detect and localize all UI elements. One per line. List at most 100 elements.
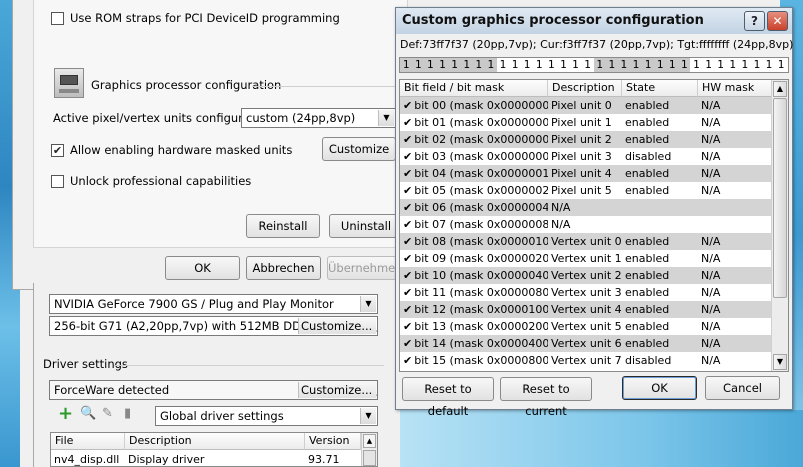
col-header-file[interactable]: File	[51, 433, 125, 450]
col-header-state[interactable]: State	[622, 80, 698, 97]
table-row[interactable]: ✔ bit 00 (mask 0x00000001) Pixel unit 0 ena…	[400, 97, 772, 114]
scroll-up-icon[interactable]: ▲	[773, 81, 787, 97]
dialog-ok-button[interactable]: OK	[622, 376, 697, 400]
table-row[interactable]: ✔ bit 13 (mask 0x00002000) Vertex unit 5 en…	[400, 318, 772, 335]
checkmark-icon[interactable]: ✔	[403, 218, 412, 231]
table-row[interactable]: ✔ bit 01 (mask 0x00000002) Pixel unit 1 ena…	[400, 114, 772, 131]
reinstall-button[interactable]: Reinstall	[246, 214, 320, 238]
bit-cell[interactable]: 1	[605, 58, 618, 72]
bit-cell[interactable]: 1	[509, 58, 521, 72]
checkmark-icon[interactable]: ✔	[403, 133, 412, 146]
bit-cell[interactable]: 1	[690, 58, 702, 72]
scroll-thumb[interactable]	[773, 98, 787, 298]
checkmark-icon[interactable]: ✔	[403, 99, 412, 112]
table-row[interactable]: nv4_disp.dll Display driver 93.71	[51, 451, 361, 466]
checkmark-icon[interactable]: ✔	[403, 184, 412, 197]
table-row[interactable]: ✔ bit 05 (mask 0x00000020) Pixel unit 5 ena…	[400, 182, 772, 199]
checkmark-icon[interactable]: ✔	[403, 303, 412, 316]
bit-cell[interactable]: 1	[436, 58, 449, 72]
chevron-down-icon[interactable]: ▼	[360, 296, 376, 312]
table-scrollbar[interactable]: ▲ ▼	[771, 80, 788, 371]
checkmark-icon[interactable]: ✔	[403, 354, 412, 367]
checkmark-icon[interactable]: ✔	[403, 116, 412, 129]
bit-cell[interactable]: 1	[460, 58, 473, 72]
table-row[interactable]: ✔ bit 11 (mask 0x00000800) Vertex unit 3 en…	[400, 284, 772, 301]
bit-cell[interactable]: 1	[727, 58, 739, 72]
bit-cell[interactable]: 1	[751, 58, 763, 72]
chevron-down-icon[interactable]: ▼	[378, 110, 394, 126]
trash-icon[interactable]: ▮	[124, 406, 140, 422]
reset-current-button[interactable]: Reset to current	[500, 377, 592, 418]
ok-button[interactable]: OK	[165, 256, 240, 280]
bit-cell[interactable]: 1	[545, 58, 557, 72]
bit-cell[interactable]: 1	[763, 58, 775, 72]
close-icon[interactable]: ✕	[767, 11, 788, 31]
bit-cell[interactable]: 1	[653, 58, 667, 72]
pixel-vertex-select[interactable]: custom (24pp,8vp) ▼	[241, 108, 396, 128]
bit-cell[interactable]: 1	[629, 58, 642, 72]
table-row[interactable]: ✔ bit 08 (mask 0x00000100) Vertex unit 0 en…	[400, 233, 772, 250]
bit-cell[interactable]: 1	[569, 58, 581, 72]
bit-cell[interactable]: 1	[617, 58, 630, 72]
checkmark-icon[interactable]: ✔	[403, 235, 412, 248]
driver-settings-select[interactable]: Global driver settings ▼	[155, 406, 378, 426]
bit-cell[interactable]: 1	[702, 58, 714, 72]
table-row[interactable]: ✔ bit 06 (mask 0x00000040) N/A	[400, 199, 772, 216]
bit-cell[interactable]: 1	[666, 58, 679, 72]
bit-cell[interactable]: 1	[581, 58, 593, 72]
help-icon[interactable]: ?	[744, 11, 765, 31]
table-row[interactable]: ✔ bit 04 (mask 0x00000010) Pixel unit 4 ena…	[400, 165, 772, 182]
dialog-cancel-button[interactable]: Cancel	[705, 376, 780, 400]
col-header-bitfield[interactable]: Bit field / bit mask	[400, 80, 548, 97]
bit-cell[interactable]: 1	[678, 58, 691, 72]
checkmark-icon[interactable]: ✔	[403, 252, 412, 265]
table-row[interactable]: ✔ bit 07 (mask 0x00000080) N/A	[400, 216, 772, 233]
reset-default-button[interactable]: Reset to default	[402, 377, 494, 418]
bit-cell[interactable]: 1	[412, 58, 425, 72]
checkmark-icon[interactable]: ✔	[403, 269, 412, 282]
table-row[interactable]: ✔ bit 02 (mask 0x00000004) Pixel unit 2 ena…	[400, 131, 772, 148]
table-row[interactable]: ✔ bit 12 (mask 0x00001000) Vertex unit 4 en…	[400, 301, 772, 318]
col-header-description[interactable]: Description	[548, 80, 622, 97]
bit-cell[interactable]: 1	[400, 58, 413, 72]
bit-cell[interactable]: 1	[424, 58, 437, 72]
search-icon[interactable]: 🔍	[80, 406, 96, 422]
checkmark-icon[interactable]: ✔	[403, 286, 412, 299]
col-header-hw-mask[interactable]: HW mask	[698, 80, 772, 97]
bit-cell[interactable]: 1	[521, 58, 533, 72]
bit-cell[interactable]: 1	[497, 58, 509, 72]
gpu-customize-button[interactable]: Customize... ◢	[298, 318, 377, 334]
unlock-checkbox[interactable]	[51, 175, 64, 188]
bit-cell[interactable]: 1	[472, 58, 485, 72]
bit-cell[interactable]: 1	[448, 58, 461, 72]
scroll-down-icon[interactable]: ▼	[773, 354, 787, 370]
table-row[interactable]: ✔ bit 03 (mask 0x00000008) Pixel unit 3 dis…	[400, 148, 772, 165]
bit-cell[interactable]: 1	[739, 58, 751, 72]
bit-cell[interactable]: 1	[557, 58, 569, 72]
cancel-button[interactable]: Abbrechen	[246, 256, 321, 280]
gpu-select[interactable]: NVIDIA GeForce 7900 GS / Plug and Play M…	[49, 294, 378, 314]
wrench-icon[interactable]: ✎	[102, 406, 118, 422]
table-row[interactable]: ✔ bit 15 (mask 0x00008000) Vertex unit 7 di…	[400, 352, 772, 369]
table-scrollbar[interactable]: ▲	[361, 433, 377, 466]
bit-cell[interactable]: 1	[714, 58, 726, 72]
col-header-version[interactable]: Version	[305, 433, 361, 450]
driver-customize-button[interactable]: Customize... ◢	[298, 382, 377, 398]
table-row[interactable]: ✔ bit 09 (mask 0x00000200) Vertex unit 1 en…	[400, 250, 772, 267]
table-row[interactable]: ✔ bit 10 (mask 0x00000400) Vertex unit 2 en…	[400, 267, 772, 284]
checkmark-icon[interactable]: ✔	[403, 201, 412, 214]
checkmark-icon[interactable]: ✔	[403, 167, 412, 180]
uninstall-button[interactable]: Uninstall	[329, 214, 403, 238]
customize-button[interactable]: Customize	[322, 137, 396, 161]
bit-cell[interactable]: 1	[641, 58, 654, 72]
allow-masked-checkbox[interactable]: ✔	[51, 144, 64, 157]
add-icon[interactable]: +	[58, 405, 74, 423]
bit-cell[interactable]: 1	[593, 58, 606, 72]
rom-straps-checkbox[interactable]	[51, 12, 64, 25]
bit-cell[interactable]: 1	[533, 58, 545, 72]
col-header-description[interactable]: Description	[125, 433, 305, 450]
checkmark-icon[interactable]: ✔	[403, 150, 412, 163]
chevron-down-icon[interactable]: ▼	[360, 408, 376, 424]
checkmark-icon[interactable]: ✔	[403, 337, 412, 350]
bit-cell[interactable]: 1	[775, 58, 787, 72]
